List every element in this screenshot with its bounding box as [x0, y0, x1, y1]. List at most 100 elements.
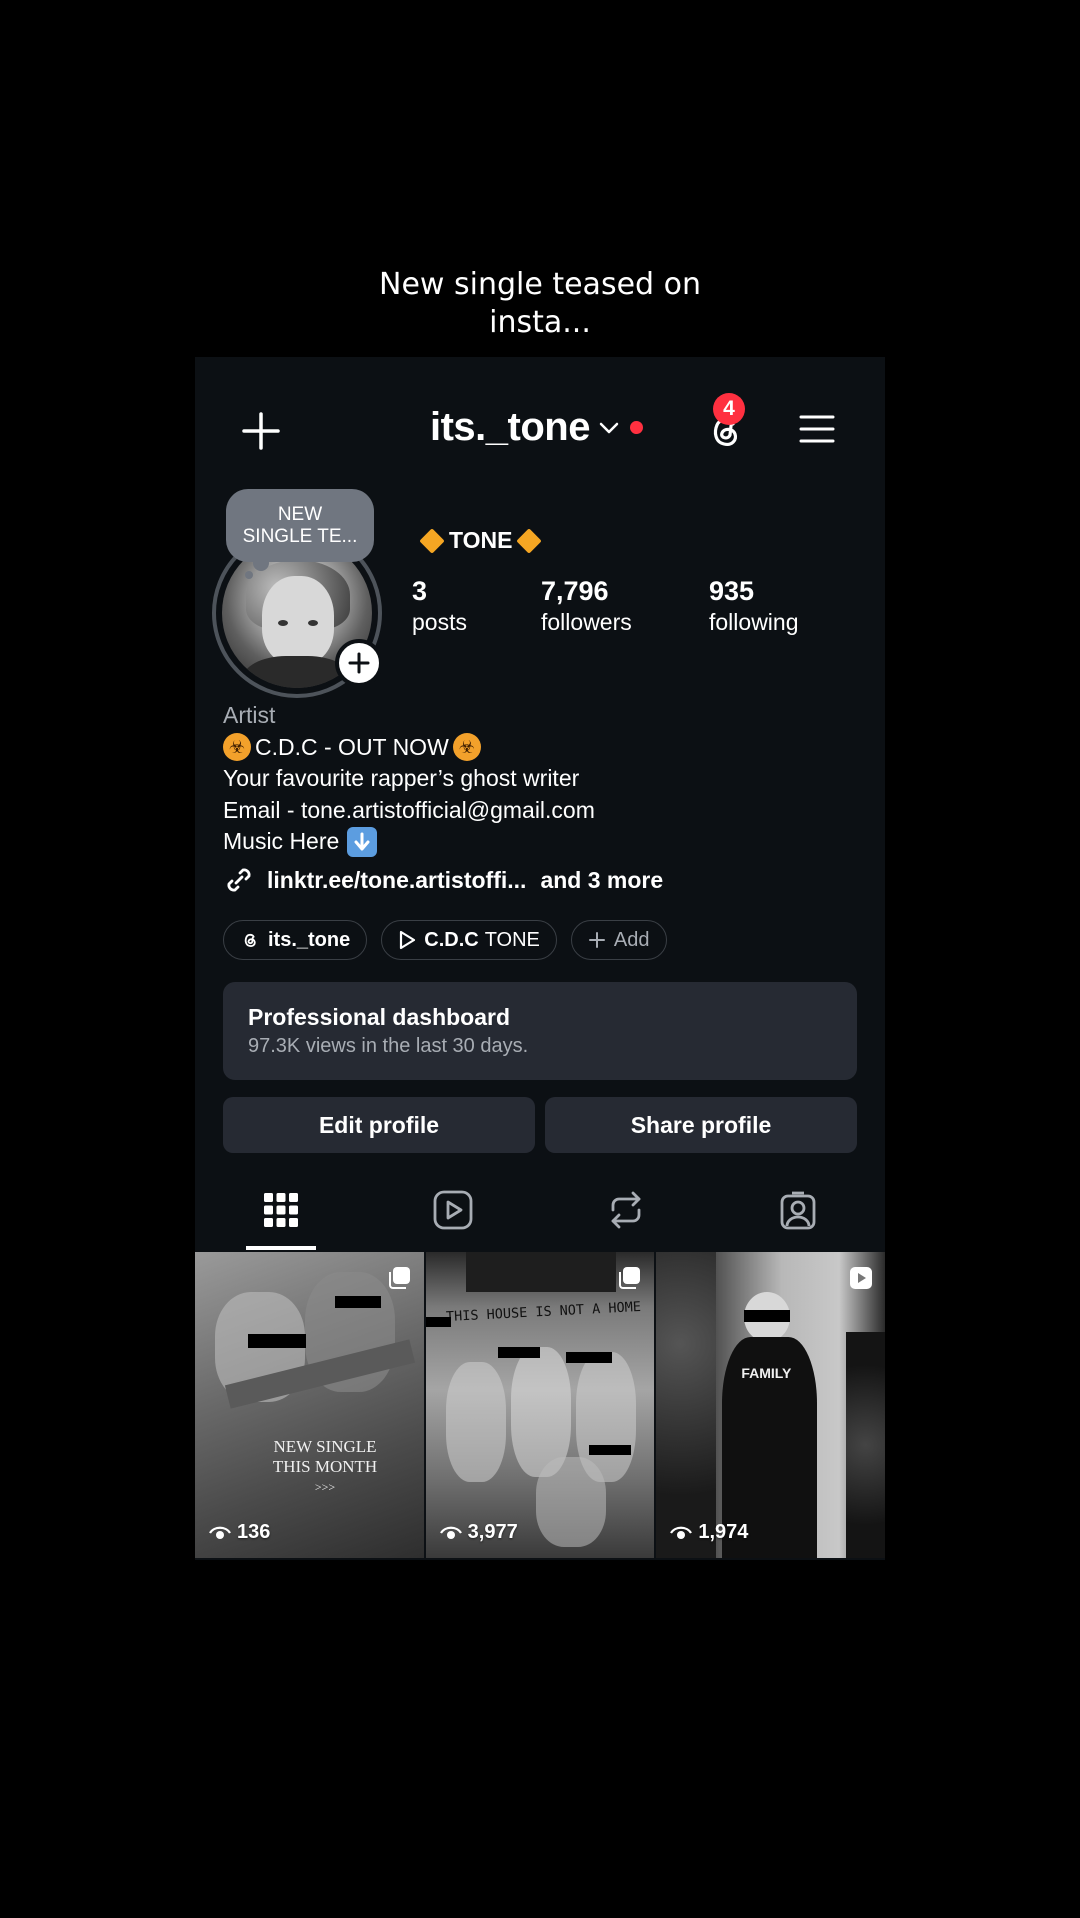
bio-line-4: Music Here	[223, 826, 595, 858]
view-count-value: 3,977	[467, 1521, 518, 1543]
music-chip-title: C.D.C	[424, 928, 479, 951]
bio-line-1: ☣ C.D.C - OUT NOW ☣	[223, 732, 595, 764]
posts-label: posts	[412, 609, 467, 635]
photo-ivy	[846, 1332, 885, 1558]
posts-stat[interactable]: 3 posts	[412, 575, 467, 637]
music-chip[interactable]: C.D.C TONE	[381, 920, 557, 960]
share-profile-button[interactable]: Share profile	[545, 1097, 857, 1153]
avatar-eye-left	[278, 620, 288, 626]
biohazard-icon: ☣	[452, 733, 481, 762]
threads-chip[interactable]: its._tone	[223, 920, 368, 960]
link-icon	[227, 868, 251, 892]
post-tile[interactable]: FAMILY 1,974	[656, 1252, 885, 1558]
edit-profile-button[interactable]: Edit profile	[223, 1097, 535, 1153]
note-line-1: NEW	[277, 503, 323, 525]
tab-tagged[interactable]	[712, 1169, 884, 1251]
content-tabs	[195, 1169, 885, 1251]
post-tile[interactable]: NEW SINGLE THIS MONTH >>> 136	[195, 1252, 424, 1558]
top-bar: its._tone 4	[195, 357, 885, 505]
caption-line-1: New single teased on	[379, 267, 701, 302]
censor-bar	[588, 1445, 631, 1455]
create-plus-icon[interactable]	[241, 411, 281, 451]
note-bubble-tail-small	[245, 571, 253, 579]
reels-play-icon	[433, 1190, 473, 1230]
plus-icon	[588, 932, 605, 948]
eye-icon	[439, 1526, 462, 1539]
view-count: 136	[209, 1521, 270, 1544]
censor-bar	[565, 1352, 612, 1363]
add-chip[interactable]: Add	[570, 920, 667, 960]
bio-line-4-text: Music Here	[223, 828, 340, 854]
tab-reels[interactable]	[367, 1169, 539, 1251]
plus-icon	[348, 652, 370, 674]
biohazard-icon: ☣	[223, 733, 251, 762]
censor-bar	[744, 1310, 791, 1322]
posts-grid: NEW SINGLE THIS MONTH >>> 136 THIS HOUSE…	[195, 1252, 885, 1558]
tagged-person-icon	[780, 1191, 816, 1230]
dashboard-title: Professional dashboard	[248, 1004, 511, 1030]
avatar-face	[262, 576, 334, 664]
followers-stat[interactable]: 7,796 followers	[541, 575, 632, 637]
music-chip-artist: TONE	[484, 928, 540, 951]
following-label: following	[709, 609, 799, 635]
photo-figure	[535, 1457, 606, 1547]
username-title: its._tone	[430, 405, 590, 449]
link-text: linktr.ee/tone.artistoffi...	[267, 866, 527, 893]
followers-count: 7,796	[541, 576, 609, 606]
display-name: TONE	[449, 527, 513, 553]
account-switcher[interactable]: its._tone	[430, 405, 643, 450]
carousel-icon	[619, 1267, 641, 1289]
censor-bar	[335, 1296, 381, 1308]
professional-dashboard[interactable]: Professional dashboard 97.3K views in th…	[223, 982, 857, 1080]
eye-icon	[670, 1526, 693, 1539]
profile-chips: its._tone C.D.C TONE Add	[223, 920, 667, 960]
photo-frame	[465, 1252, 616, 1292]
following-stat[interactable]: 935 following	[709, 575, 799, 637]
bio-line-1-text: C.D.C - OUT NOW	[255, 733, 449, 760]
add-chip-label: Add	[613, 928, 650, 951]
caption-line-2: insta...	[489, 305, 591, 340]
orange-diamond-icon	[516, 527, 543, 554]
chevron-down-icon	[599, 422, 619, 433]
eye-icon	[209, 1526, 231, 1539]
threads-icon	[244, 933, 256, 947]
down-arrow-icon	[347, 826, 378, 857]
add-story-button[interactable]	[335, 639, 383, 687]
post-overlay-text: NEW SINGLE THIS MONTH >>>	[245, 1437, 405, 1497]
orange-diamond-icon	[419, 527, 445, 554]
post-text-line-3: >>>	[314, 1480, 336, 1494]
view-count: 3,977	[439, 1521, 518, 1544]
tab-reposts[interactable]	[540, 1169, 712, 1251]
display-name-row: TONE	[415, 527, 546, 554]
following-count: 935	[709, 576, 755, 606]
tab-grid[interactable]	[195, 1169, 367, 1251]
threads-chip-label: its._tone	[268, 928, 351, 951]
photo-figure	[445, 1362, 506, 1482]
view-count-value: 1,974	[698, 1521, 749, 1543]
link-more: and 3 more	[540, 866, 664, 893]
followers-label: followers	[541, 609, 632, 635]
dashboard-subtitle: 97.3K views in the last 30 days.	[248, 1035, 529, 1057]
reel-icon	[850, 1267, 873, 1289]
photo-ivy	[656, 1252, 717, 1558]
post-overlay-text: THIS HOUSE IS NOT A HOME	[445, 1298, 641, 1326]
post-text-line-2: THIS MONTH	[272, 1457, 378, 1476]
bio-link[interactable]: linktr.ee/tone.artistoffi... and 3 more	[223, 864, 663, 896]
note-bubble[interactable]: NEW SINGLE TE...	[226, 489, 374, 562]
post-overlay-text: FAMILY	[741, 1365, 792, 1381]
avatar-eye-right	[308, 620, 318, 626]
view-count-value: 136	[237, 1521, 271, 1543]
note-line-2: SINGLE TE...	[242, 525, 358, 547]
hamburger-menu-icon[interactable]	[799, 413, 835, 445]
censor-bar	[248, 1334, 306, 1348]
active-tab-indicator	[246, 1246, 316, 1250]
post-tile[interactable]: THIS HOUSE IS NOT A HOME 3,977	[425, 1252, 655, 1558]
bio-line-2: Your favourite rapper’s ghost writer	[223, 765, 580, 791]
story-caption: New single teased on insta...	[0, 266, 1080, 342]
carousel-icon	[388, 1267, 410, 1289]
censor-bar	[425, 1317, 451, 1327]
bio-line-3: Email - tone.artistofficial@gmail.com	[223, 796, 595, 823]
censor-bar	[497, 1347, 540, 1358]
view-count: 1,974	[670, 1521, 748, 1544]
grid-icon	[264, 1193, 298, 1227]
